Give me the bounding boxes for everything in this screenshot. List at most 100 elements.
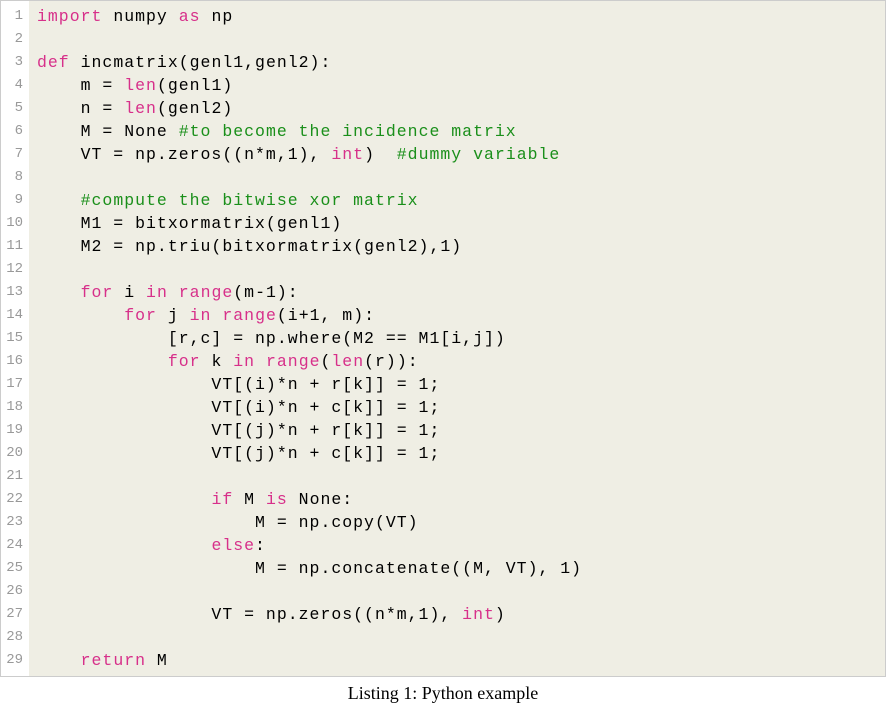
line-number: 10 [5,212,23,235]
code-line [37,626,877,649]
code-line: def incmatrix(genl1,genl2): [37,51,877,74]
line-number: 2 [5,28,23,51]
code-token [37,352,168,371]
code-line: n = len(genl2) [37,97,877,120]
code-line: VT[(i)*n + r[k]] = 1; [37,373,877,396]
code-token: ) [364,145,397,164]
code-line: M2 = np.triu(bitxormatrix(genl2),1) [37,235,877,258]
line-number: 5 [5,97,23,120]
code-line: VT = np.zeros((n*m,1), int) #dummy varia… [37,143,877,166]
code-token [168,283,179,302]
code-token [37,191,81,210]
line-number: 14 [5,304,23,327]
line-number: 6 [5,120,23,143]
line-number: 26 [5,580,23,603]
code-token: import [37,7,102,26]
line-number: 22 [5,488,23,511]
line-number: 21 [5,465,23,488]
line-number: 27 [5,603,23,626]
line-number: 18 [5,396,23,419]
code-token: else [211,536,255,555]
code-token: M [146,651,168,670]
code-token: M2 = np.triu(bitxormatrix(genl2),1) [37,237,462,256]
line-number: 16 [5,350,23,373]
line-number: 13 [5,281,23,304]
code-token: None: [288,490,353,509]
code-line: else: [37,534,877,557]
code-token: for [168,352,201,371]
code-line [37,28,877,51]
code-token: VT = np.zeros((n*m,1), [37,605,462,624]
code-token: in [233,352,255,371]
code-area: import numpy as np def incmatrix(genl1,g… [29,1,885,676]
code-line [37,580,877,603]
code-token: M = None [37,122,179,141]
line-number-gutter: 1234567891011121314151617181920212223242… [1,1,29,676]
code-token [37,306,124,325]
code-token: VT[(j)*n + c[k]] = 1; [37,444,440,463]
code-line: M = None #to become the incidence matrix [37,120,877,143]
code-token: int [331,145,364,164]
code-token: i [113,283,146,302]
code-token: as [179,7,201,26]
code-line: VT = np.zeros((n*m,1), int) [37,603,877,626]
code-token: incmatrix(genl1,genl2): [70,53,332,72]
line-number: 11 [5,235,23,258]
code-token: ) [495,605,506,624]
line-number: 24 [5,534,23,557]
code-token: #compute the bitwise xor matrix [81,191,419,210]
line-number: 4 [5,74,23,97]
code-token [255,352,266,371]
code-line: #compute the bitwise xor matrix [37,189,877,212]
code-token: is [266,490,288,509]
line-number: 23 [5,511,23,534]
code-token: M = np.concatenate((M, VT), 1) [37,559,582,578]
code-token: (i+1, m): [277,306,375,325]
code-token: in [190,306,212,325]
line-number: 28 [5,626,23,649]
line-number: 1 [5,5,23,28]
code-token: : [255,536,266,555]
code-token: j [157,306,190,325]
code-line [37,465,877,488]
code-listing: 1234567891011121314151617181920212223242… [0,0,886,677]
code-token [37,536,211,555]
line-number: 17 [5,373,23,396]
line-number: 25 [5,557,23,580]
code-line: [r,c] = np.where(M2 == M1[i,j]) [37,327,877,350]
code-line: VT[(j)*n + r[k]] = 1; [37,419,877,442]
code-token: k [201,352,234,371]
code-token: numpy [102,7,178,26]
code-token: len [124,99,157,118]
code-token: in [146,283,168,302]
code-token: if [211,490,233,509]
code-token: #to become the incidence matrix [179,122,517,141]
code-token: np [201,7,234,26]
code-token: return [81,651,146,670]
code-token: ( [321,352,332,371]
line-number: 20 [5,442,23,465]
code-line: import numpy as np [37,5,877,28]
line-number: 3 [5,51,23,74]
code-line: return M [37,649,877,672]
code-token: (genl1) [157,76,233,95]
code-token: for [81,283,114,302]
code-token [37,651,81,670]
code-line [37,258,877,281]
code-token: (r)): [364,352,419,371]
code-token: VT[(i)*n + c[k]] = 1; [37,398,440,417]
code-token: VT[(j)*n + r[k]] = 1; [37,421,440,440]
line-number: 9 [5,189,23,212]
code-token: def [37,53,70,72]
code-line: M1 = bitxormatrix(genl1) [37,212,877,235]
line-number: 8 [5,166,23,189]
code-token: [r,c] = np.where(M2 == M1[i,j]) [37,329,506,348]
code-line: if M is None: [37,488,877,511]
code-line: for k in range(len(r)): [37,350,877,373]
code-token: range [179,283,234,302]
code-token: VT[(i)*n + r[k]] = 1; [37,375,440,394]
code-token: range [222,306,277,325]
code-token [211,306,222,325]
code-token [37,283,81,302]
code-token: #dummy variable [397,145,561,164]
